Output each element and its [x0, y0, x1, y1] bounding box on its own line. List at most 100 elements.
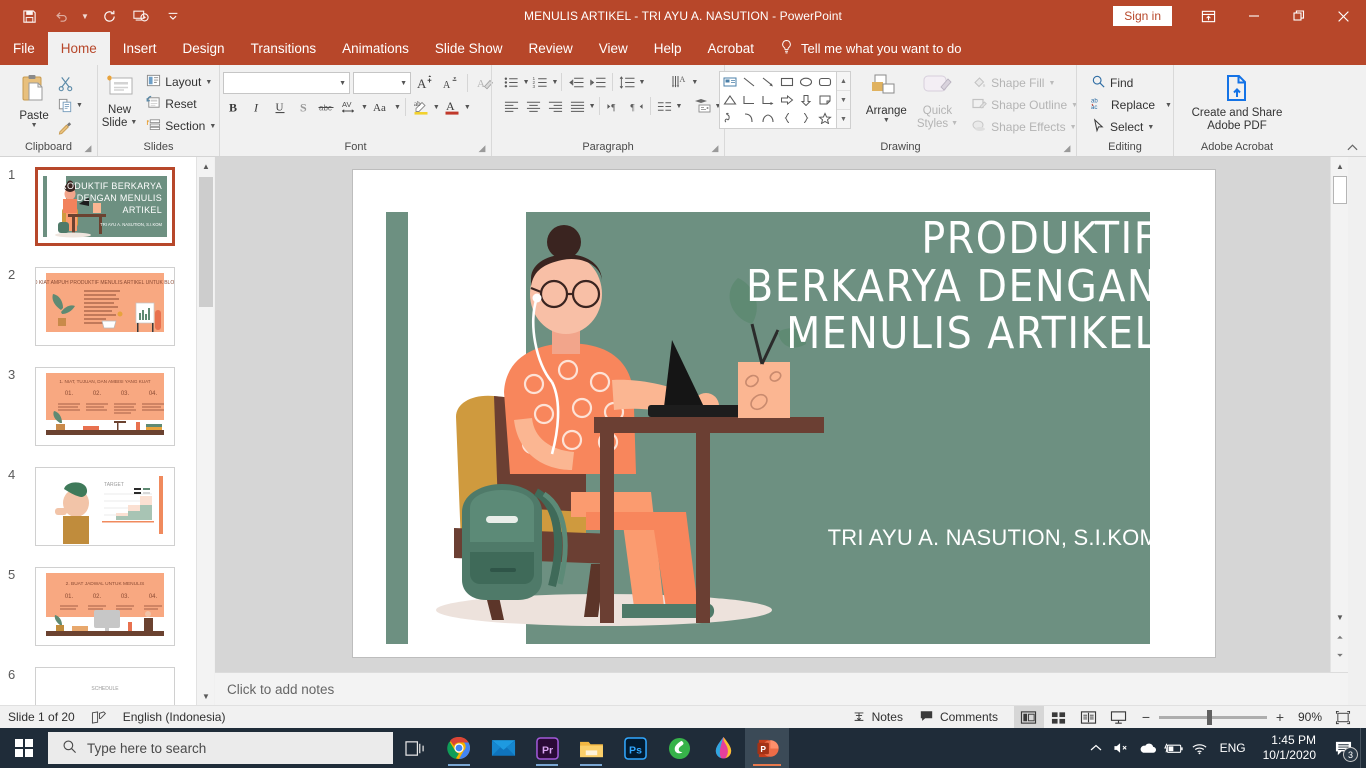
chrome-icon[interactable]	[437, 728, 481, 768]
tab-help[interactable]: Help	[641, 32, 695, 65]
quick-styles-dropdown-icon[interactable]: ▼	[951, 120, 958, 127]
paragraph-dialog-launcher-icon[interactable]: ◢	[709, 142, 721, 155]
slide-thumbnail-1[interactable]: PRODUKTIF BERKARYA DENGAN MENULIS ARTIKE…	[35, 167, 175, 246]
font-color-button[interactable]: A	[441, 96, 463, 118]
collapse-ribbon-icon[interactable]	[1344, 139, 1360, 155]
tab-design[interactable]: Design	[170, 32, 238, 65]
slide-subtitle-text[interactable]: TRI AYU A. NASUTION, S.I.KOM	[738, 525, 1158, 551]
font-color-dropdown-icon[interactable]: ▼	[464, 104, 471, 111]
tab-file[interactable]: File	[0, 32, 48, 65]
previous-slide-icon[interactable]: ⏶	[1331, 630, 1349, 646]
zoom-level-label[interactable]: 90%	[1292, 706, 1328, 729]
notifications-icon[interactable]: 3	[1326, 728, 1360, 768]
columns-button[interactable]	[654, 95, 676, 117]
shape-star[interactable]	[816, 109, 835, 127]
shape-triangle[interactable]	[721, 91, 740, 109]
quick-styles-button[interactable]: Quick Styles ▼	[912, 71, 963, 132]
shapes-scroll-down-icon[interactable]: ▼	[836, 91, 850, 110]
wifi-icon[interactable]	[1187, 728, 1213, 768]
drawing-dialog-launcher-icon[interactable]: ◢	[1061, 142, 1073, 155]
zoom-out-button[interactable]: −	[1140, 709, 1152, 725]
sign-in-button[interactable]: Sign in	[1113, 6, 1172, 26]
reading-view-button[interactable]	[1074, 706, 1104, 729]
font-name-dropdown-icon[interactable]: ▼	[339, 80, 346, 87]
reset-button[interactable]: Reset	[142, 93, 220, 115]
ribbon-display-options-icon[interactable]	[1186, 0, 1231, 32]
windows-start-icon[interactable]	[0, 728, 48, 768]
shapes-scroll-up-icon[interactable]: ▲	[836, 72, 850, 91]
font-name-combo[interactable]: ▼	[223, 72, 350, 94]
replace-button[interactable]: ab ac Replace ▼	[1087, 94, 1176, 116]
notes-pane[interactable]: Click to add notes	[215, 672, 1348, 705]
shape-textbox[interactable]	[721, 73, 740, 91]
canvas-scroll-thumb[interactable]	[1333, 176, 1347, 204]
slide-thumbnail-3[interactable]: 1. NIAT, TUJUAN, DAN AMBISI YANG KUAT 01…	[35, 367, 175, 446]
select-button[interactable]: Select ▼	[1087, 116, 1158, 138]
numbering-button[interactable]: 123	[530, 71, 552, 93]
slide-show-view-button[interactable]	[1104, 706, 1134, 729]
accessibility-checker-icon[interactable]	[83, 706, 115, 729]
shape-oval[interactable]	[797, 73, 816, 91]
increase-list-level-button[interactable]	[587, 71, 609, 93]
normal-view-button[interactable]	[1013, 705, 1044, 729]
slide-title-text[interactable]: Produktif berkarya dengan menulis artike…	[738, 215, 1158, 358]
shapes-more-icon[interactable]: ▼	[837, 110, 850, 128]
change-case-dropdown-icon[interactable]: ▼	[394, 104, 401, 111]
tab-transitions[interactable]: Transitions	[238, 32, 330, 65]
tab-view[interactable]: View	[586, 32, 641, 65]
tab-acrobat[interactable]: Acrobat	[695, 32, 768, 65]
line-spacing-button[interactable]	[616, 71, 638, 93]
shape-elbow-connector[interactable]	[740, 91, 759, 109]
bullets-dropdown-icon[interactable]: ▼	[523, 79, 530, 86]
text-highlight-color-dropdown-icon[interactable]: ▼	[433, 104, 440, 111]
bullets-button[interactable]	[501, 71, 523, 93]
start-from-beginning-icon[interactable]	[126, 3, 156, 29]
canvas-scroll-down-icon[interactable]: ▼	[1331, 608, 1349, 626]
center-button[interactable]	[523, 95, 545, 117]
new-slide-dropdown-icon[interactable]: ▼	[130, 119, 137, 126]
shape-elbow-arrow-connector[interactable]	[759, 91, 778, 109]
task-view-icon[interactable]	[393, 728, 437, 768]
increase-font-size-button[interactable]: A	[414, 72, 436, 94]
zoom-slider[interactable]: − +	[1134, 709, 1292, 725]
spark-icon[interactable]	[657, 728, 701, 768]
photoshop-icon[interactable]: Ps	[613, 728, 657, 768]
minimize-icon[interactable]	[1231, 0, 1276, 32]
ltr-text-direction-button[interactable]: ¶	[603, 95, 625, 117]
text-highlight-color-button[interactable]: ab	[410, 96, 432, 118]
shape-arc[interactable]	[759, 109, 778, 127]
zoom-slider-handle[interactable]	[1206, 709, 1212, 725]
tab-insert[interactable]: Insert	[110, 32, 170, 65]
battery-charging-icon[interactable]	[1161, 728, 1187, 768]
tab-slide-show[interactable]: Slide Show	[422, 32, 516, 65]
speaker-muted-icon[interactable]	[1109, 728, 1135, 768]
shape-scribble[interactable]	[721, 109, 740, 127]
shape-curve[interactable]	[740, 109, 759, 127]
italic-button[interactable]: I	[246, 96, 268, 118]
shapes-gallery[interactable]	[718, 71, 837, 129]
undo-icon[interactable]	[46, 3, 76, 29]
underline-button[interactable]: U	[269, 96, 291, 118]
taskbar-search-input[interactable]: Type here to search	[48, 732, 393, 764]
text-direction-dropdown-icon[interactable]: ▼	[691, 79, 698, 86]
chevron-up-icon[interactable]	[1083, 728, 1109, 768]
tab-review[interactable]: Review	[515, 32, 585, 65]
justify-dropdown-icon[interactable]: ▼	[589, 103, 596, 110]
shapes-gallery-scroll[interactable]: ▲ ▼ ▼	[836, 71, 851, 129]
fit-slide-to-window-icon[interactable]	[1328, 706, 1358, 729]
paste-button[interactable]: Paste ▼	[14, 70, 54, 131]
zoom-in-button[interactable]: +	[1274, 709, 1286, 725]
font-size-dropdown-icon[interactable]: ▼	[400, 80, 407, 87]
tab-animations[interactable]: Animations	[329, 32, 422, 65]
canvas-vertical-scrollbar[interactable]: ▲ ▼ ⏶ ⏷	[1330, 157, 1348, 672]
format-painter-button[interactable]	[54, 116, 76, 138]
shape-fill-dropdown-icon[interactable]: ▼	[1048, 80, 1055, 87]
slide-thumbnail-pane[interactable]: 1 PRODUKTIF BERKARYA DENGAN MENULIS ARTI…	[0, 157, 196, 705]
mail-icon[interactable]	[481, 728, 525, 768]
select-dropdown-icon[interactable]: ▼	[1147, 124, 1154, 131]
slide-thumbnail-4[interactable]: TARGET	[35, 467, 175, 546]
slide-thumbnail-6[interactable]: SCHEDULE	[35, 667, 175, 705]
text-direction-button[interactable]: A	[669, 71, 691, 93]
shape-right-arrow[interactable]	[778, 91, 797, 109]
character-spacing-button[interactable]: AV	[338, 96, 360, 118]
